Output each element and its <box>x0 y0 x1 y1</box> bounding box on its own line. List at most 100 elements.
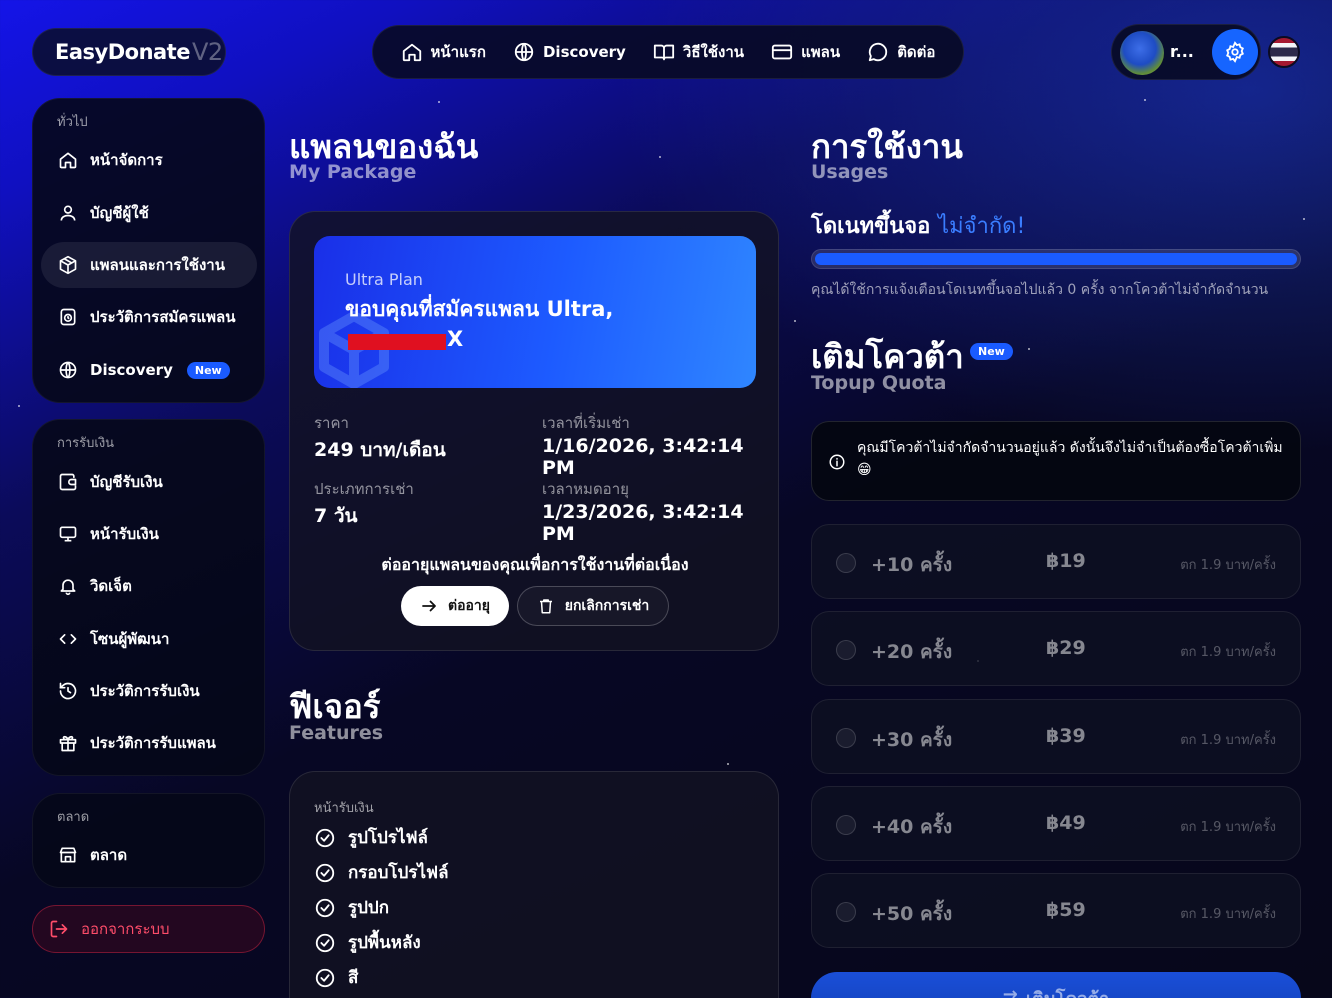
logout-label: ออกจากระบบ <box>81 920 170 938</box>
topup-subtitle: Topup Quota <box>811 372 947 394</box>
start-value: 1/16/2026, 3:42:14 PM <box>542 435 744 479</box>
star-decoration <box>1303 218 1305 220</box>
user-icon <box>60 205 76 221</box>
quota-price: ฿19 <box>1046 550 1086 572</box>
avatar[interactable] <box>1120 31 1164 75</box>
quota-radio[interactable] <box>836 728 856 748</box>
feature-item: รูปโปรไฟล์ <box>314 824 428 851</box>
feature-item: กรอบโปรไฟล์ <box>314 859 448 886</box>
bell-icon <box>60 579 76 596</box>
renew-button[interactable]: ต่ออายุ <box>401 586 509 626</box>
sidebar-item-label: ตลาด <box>90 846 128 864</box>
check-circle-icon <box>315 863 335 882</box>
globe-icon <box>59 361 77 379</box>
nav-plans-label: แพลน <box>801 43 841 61</box>
quota-option[interactable]: +20 ครั้ง ฿29 ตก 1.9 บาท/ครั้ง <box>811 611 1301 686</box>
sidebar-item-label: หน้าจัดการ <box>90 151 163 169</box>
sidebar-item-payout-history[interactable]: ประวัติการรับเงิน <box>41 668 257 714</box>
sidebar-item-widget[interactable]: วิดเจ็ต <box>41 563 257 609</box>
quota-radio[interactable] <box>836 553 856 573</box>
sidebar-item-dashboard[interactable]: หน้าจัดการ <box>41 137 257 183</box>
plan-name: Ultra Plan <box>345 270 423 289</box>
quota-option[interactable]: +30 ครั้ง ฿39 ตก 1.9 บาท/ครั้ง <box>811 699 1301 774</box>
sidebar-item-plans-usage[interactable]: แพลนและการใช้งาน <box>41 242 257 288</box>
sidebar-item-label: บัญชีผู้ใช้ <box>90 204 149 222</box>
quota-radio[interactable] <box>836 815 856 835</box>
topup-notice: คุณมีโควต้าไม่จำกัดจำนวนอยู่แล้ว ดังนั้น… <box>811 421 1301 501</box>
sidebar-item-payout-account[interactable]: บัญชีรับเงิน <box>41 459 257 505</box>
settings-button[interactable] <box>1212 29 1258 75</box>
brand-name: EasyDonate <box>55 40 190 64</box>
donate-quota-accent: ไม่จำกัด! <box>938 214 1026 239</box>
rental-type-label: ประเภทการเช่า <box>314 480 414 498</box>
logout-button[interactable]: ออกจากระบบ <box>32 905 265 953</box>
brand-logo[interactable]: EasyDonate V2 <box>32 28 226 76</box>
quota-option[interactable]: +10 ครั้ง ฿19 ตก 1.9 บาท/ครั้ง <box>811 524 1301 599</box>
language-flag-button[interactable] <box>1268 36 1300 68</box>
arrow-right-icon <box>422 600 436 612</box>
redacted-name <box>348 334 446 350</box>
sidebar-item-label: บัญชีรับเงิน <box>90 473 163 491</box>
wallet-icon <box>59 473 77 491</box>
feature-label: รูปพื้นหลัง <box>348 933 421 953</box>
quota-option[interactable]: +50 ครั้ง ฿59 ตก 1.9 บาท/ครั้ง <box>811 873 1301 948</box>
sidebar-item-label: ประวัติการสมัครแพลน <box>90 308 236 326</box>
topup-button[interactable]: → เติมโควต้า <box>811 972 1301 998</box>
star-decoration <box>659 156 661 158</box>
donate-quota-text: โดเนทขึ้นจอ <box>811 214 931 239</box>
quota-rate: ตก 1.9 บาท/ครั้ง <box>1180 907 1276 922</box>
nav-discovery[interactable]: Discovery <box>513 41 626 63</box>
gift-icon <box>59 735 77 752</box>
globe-icon <box>514 42 534 62</box>
sidebar-item-plan-receive-history[interactable]: ประวัติการรับแพลน <box>41 720 257 766</box>
sidebar-item-donate-page[interactable]: หน้ารับเงิน <box>41 511 257 557</box>
top-nav: หน้าแรก Discovery วิธีใช้งาน แพลน ติดต่อ <box>372 25 964 79</box>
sidebar-item-market[interactable]: ตลาด <box>41 832 257 878</box>
feature-label: กรอบโปรไฟล์ <box>348 863 449 883</box>
user-menu[interactable]: r... <box>1111 24 1261 80</box>
quota-amount: +50 ครั้ง <box>871 903 953 925</box>
new-badge: New <box>186 361 230 379</box>
brand-version: V2 <box>191 38 223 66</box>
rental-type-value: 7 วัน <box>314 505 358 527</box>
sidebar-item-plan-history[interactable]: ประวัติการสมัครแพลน <box>41 294 257 340</box>
quota-price: ฿49 <box>1046 812 1086 834</box>
feature-label: สี <box>348 968 359 988</box>
new-badge: New <box>970 343 1013 360</box>
package-subtitle: My Package <box>289 161 417 183</box>
usage-note: คุณได้ใช้การแจ้งเตือนโดเนทขึ้นจอไปแล้ว 0… <box>811 282 1269 298</box>
nav-guide[interactable]: วิธีใช้งาน <box>653 40 744 64</box>
sidebar-item-account[interactable]: บัญชีผู้ใช้ <box>41 190 257 236</box>
feature-item: รูปพื้นหลัง <box>314 929 421 956</box>
cancel-label: ยกเลิกการเช่า <box>564 598 650 614</box>
donate-quota-label: โดเนทขึ้นจอ ไม่จำกัด! <box>811 208 1025 243</box>
sidebar-item-label: Discovery <box>90 361 173 379</box>
sidebar-item-label: หน้ารับเงิน <box>90 525 159 543</box>
nav-home-label: หน้าแรก <box>430 43 486 61</box>
quota-rate: ตก 1.9 บาท/ครั้ง <box>1180 733 1276 748</box>
quota-option[interactable]: +40 ครั้ง ฿49 ตก 1.9 บาท/ครั้ง <box>811 786 1301 861</box>
quota-radio[interactable] <box>836 902 856 922</box>
sidebar-item-label: วิดเจ็ต <box>90 577 132 595</box>
sidebar-receiving: การรับเงิน บัญชีรับเงิน หน้ารับเงิน วิดเ… <box>32 419 265 776</box>
quota-radio[interactable] <box>836 640 856 660</box>
sidebar-item-discovery[interactable]: Discovery New <box>41 347 257 393</box>
usage-subtitle: Usages <box>811 161 889 183</box>
quota-amount: +10 ครั้ง <box>871 554 953 576</box>
nav-guide-label: วิธีใช้งาน <box>682 43 745 61</box>
cancel-rental-button[interactable]: ยกเลิกการเช่า <box>517 586 669 626</box>
star-decoration <box>727 763 729 765</box>
monitor-icon <box>59 526 77 542</box>
features-subtitle: Features <box>289 722 384 744</box>
nav-contact[interactable]: ติดต่อ <box>867 40 935 64</box>
nav-home[interactable]: หน้าแรก <box>401 40 486 64</box>
nav-discovery-label: Discovery <box>542 43 626 61</box>
nav-plans[interactable]: แพลน <box>771 40 840 64</box>
topup-notice-text: คุณมีโควต้าไม่จำกัดจำนวนอยู่แล้ว ดังนั้น… <box>857 440 1283 478</box>
feature-label: รูปปก <box>348 898 390 918</box>
nav-contact-label: ติดต่อ <box>897 43 936 61</box>
quota-amount: +40 ครั้ง <box>871 816 953 838</box>
sidebar-item-developer[interactable]: โซนผู้พัฒนา <box>41 616 257 662</box>
start-label: เวลาที่เริ่มเช่า <box>542 414 630 432</box>
arrow-right-icon: → <box>1002 984 1018 998</box>
